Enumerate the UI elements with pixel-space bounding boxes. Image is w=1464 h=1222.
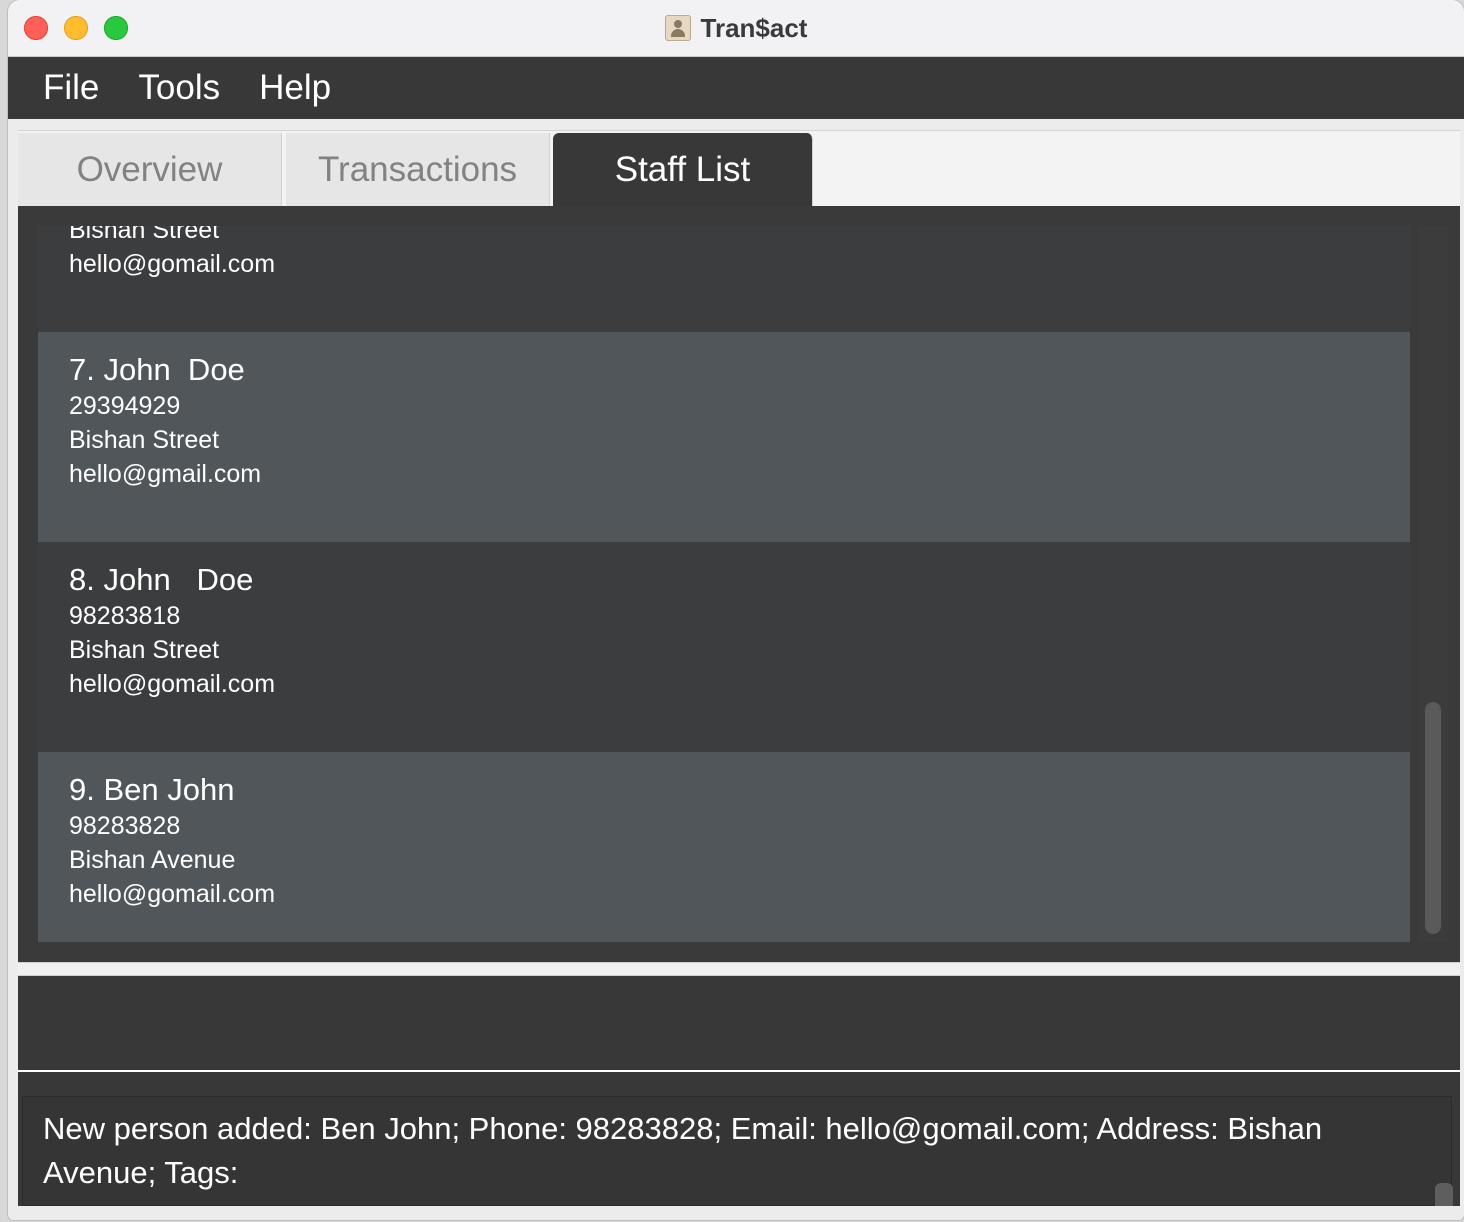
tab-bar: Overview Transactions Staff List: [18, 130, 1460, 207]
staff-index: 8.: [69, 562, 95, 597]
menu-help[interactable]: Help: [259, 68, 331, 108]
staff-address: Bishan Street: [69, 636, 220, 664]
panel-divider[interactable]: [18, 962, 1460, 976]
result-message: New person added: Ben John; Phone: 98283…: [43, 1111, 1323, 1190]
staff-name: John Doe: [103, 562, 254, 597]
app-window: Tran$act File Tools Help Overview Transa…: [8, 0, 1464, 1220]
window-title: Tran$act: [700, 12, 808, 43]
staff-phone: 98283828: [69, 812, 181, 840]
staff-name: John Doe: [103, 352, 245, 387]
tab-overview[interactable]: Overview: [18, 133, 282, 207]
staff-list-panel: Bishan Street hello@gomail.com 7. John D…: [18, 206, 1460, 962]
staff-name-row: 9. Ben John: [69, 752, 1410, 807]
staff-name-row: 8. John Doe: [69, 542, 1410, 597]
menu-tools[interactable]: Tools: [138, 68, 220, 108]
staff-email: hello@gomail.com: [69, 880, 276, 908]
result-panel: New person added: Ben John; Phone: 98283…: [18, 1072, 1460, 1206]
staff-index: 9.: [69, 772, 95, 807]
staff-address: Bishan Street: [69, 226, 220, 244]
staff-address: Bishan Street: [69, 426, 220, 454]
staff-list-scroll-thumb[interactable]: [1425, 702, 1441, 934]
staff-name-row: 7. John Doe: [69, 332, 1410, 387]
staff-email: hello@gomail.com: [69, 670, 276, 698]
list-item[interactable]: Bishan Street hello@gomail.com: [38, 226, 1410, 332]
staff-list[interactable]: Bishan Street hello@gomail.com 7. John D…: [38, 226, 1410, 942]
staff-name: Ben John: [103, 772, 235, 807]
staff-email: hello@gomail.com: [69, 250, 276, 278]
menu-file[interactable]: File: [43, 68, 99, 108]
window-title-group: Tran$act: [8, 0, 1464, 56]
staff-phone: 29394929: [69, 392, 181, 420]
staff-address: Bishan Avenue: [69, 846, 236, 874]
staff-index: 7.: [69, 352, 95, 387]
tab-staff-list[interactable]: Staff List: [553, 133, 813, 207]
list-item[interactable]: 8. John Doe 98283818 Bishan Street hello…: [38, 542, 1410, 752]
list-item[interactable]: 7. John Doe 29394929 Bishan Street hello…: [38, 332, 1410, 542]
tab-transactions[interactable]: Transactions: [286, 133, 550, 207]
menu-bar: File Tools Help: [8, 57, 1464, 119]
title-bar: Tran$act: [8, 0, 1464, 57]
staff-list-scrollbar[interactable]: [1418, 226, 1448, 942]
staff-email: hello@gmail.com: [69, 460, 262, 488]
command-input[interactable]: [18, 976, 1460, 1072]
result-scroll-thumb[interactable]: [1435, 1183, 1453, 1206]
app-icon: [664, 15, 691, 41]
result-display[interactable]: New person added: Ben John; Phone: 98283…: [22, 1096, 1453, 1206]
window-bottom-edge: [8, 1206, 1464, 1220]
staff-phone: 98283818: [69, 602, 181, 630]
list-item[interactable]: 9. Ben John 98283828 Bishan Avenue hello…: [38, 752, 1410, 942]
